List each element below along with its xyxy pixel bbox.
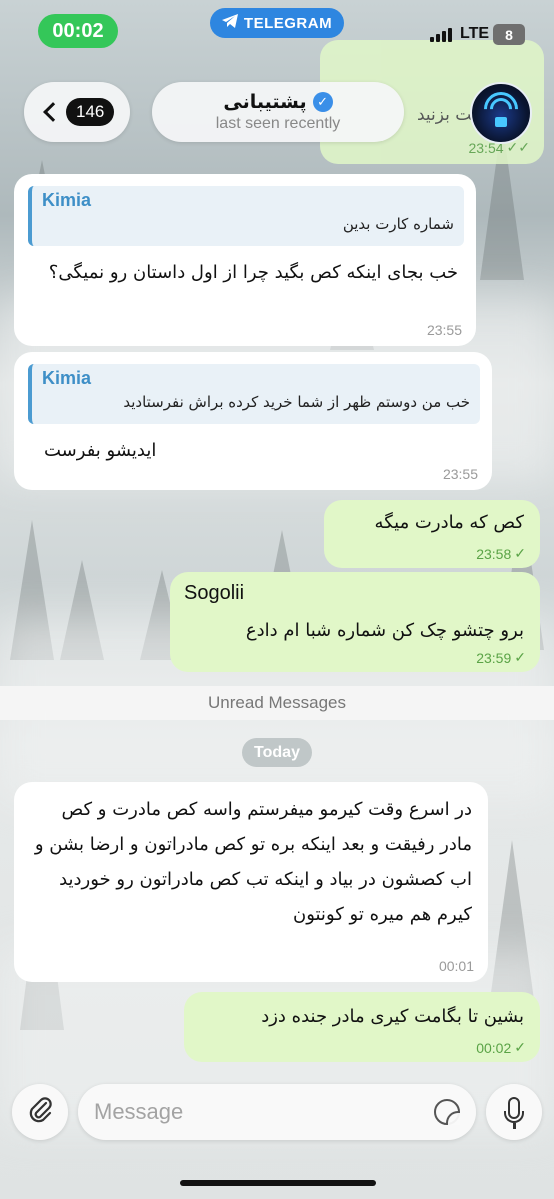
signal-icon [430,28,452,42]
message-time: 00:02 [476,1039,512,1056]
message-time: 00:01 [438,958,474,974]
paperclip-icon [26,1095,54,1130]
avatar[interactable] [470,82,532,144]
status-time: 00:02 [38,14,118,48]
telegram-pill[interactable]: TELEGRAM [210,8,344,38]
battery-icon: 8 [493,24,525,45]
attach-button[interactable] [12,1084,68,1140]
microphone-icon [486,1084,542,1140]
home-indicator[interactable] [180,1180,376,1186]
chat-title: پشتیبانی ✓ [223,91,333,113]
verified-icon: ✓ [312,92,333,112]
message-meta: 00:01 [439,958,474,974]
telegram-icon [221,14,238,32]
message-text: بشین تا بگامت کیری مادر جنده دزد [261,1006,524,1027]
chevron-left-icon [43,102,63,122]
voice-record-button[interactable] [486,1084,542,1140]
sticker-icon[interactable] [434,1099,460,1125]
chat-name: پشتیبانی [223,91,307,113]
message-incoming[interactable]: در اسرع وقت کیرمو میفرستم واسه کص مادرت … [14,782,488,982]
last-seen-status: last seen recently [215,115,341,132]
back-button[interactable]: 146 [24,82,130,142]
message-outgoing[interactable]: بشین تا بگامت کیری مادر جنده دزد 00:02 ✓ [184,992,540,1062]
message-input-box[interactable] [78,1084,476,1140]
telegram-label: TELEGRAM [243,14,333,32]
message-text: در اسرع وقت کیرمو میفرستم واسه کص مادرت … [34,799,472,925]
message-meta: 00:02 ✓ [476,1039,526,1056]
status-bar: 00:02 TELEGRAM LTE 8 [0,0,554,62]
message-input[interactable] [94,1099,414,1125]
message-list-new: در اسرع وقت کیرمو میفرستم واسه کص مادرت … [0,0,554,1199]
unread-count-badge: 146 [66,98,115,126]
date-separator: Today [242,738,312,767]
unread-divider: Unread Messages [0,686,554,720]
chat-header[interactable]: پشتیبانی ✓ last seen recently [152,82,404,142]
read-checkmark-icon: ✓ [514,1039,526,1055]
network-type: LTE [460,25,490,42]
